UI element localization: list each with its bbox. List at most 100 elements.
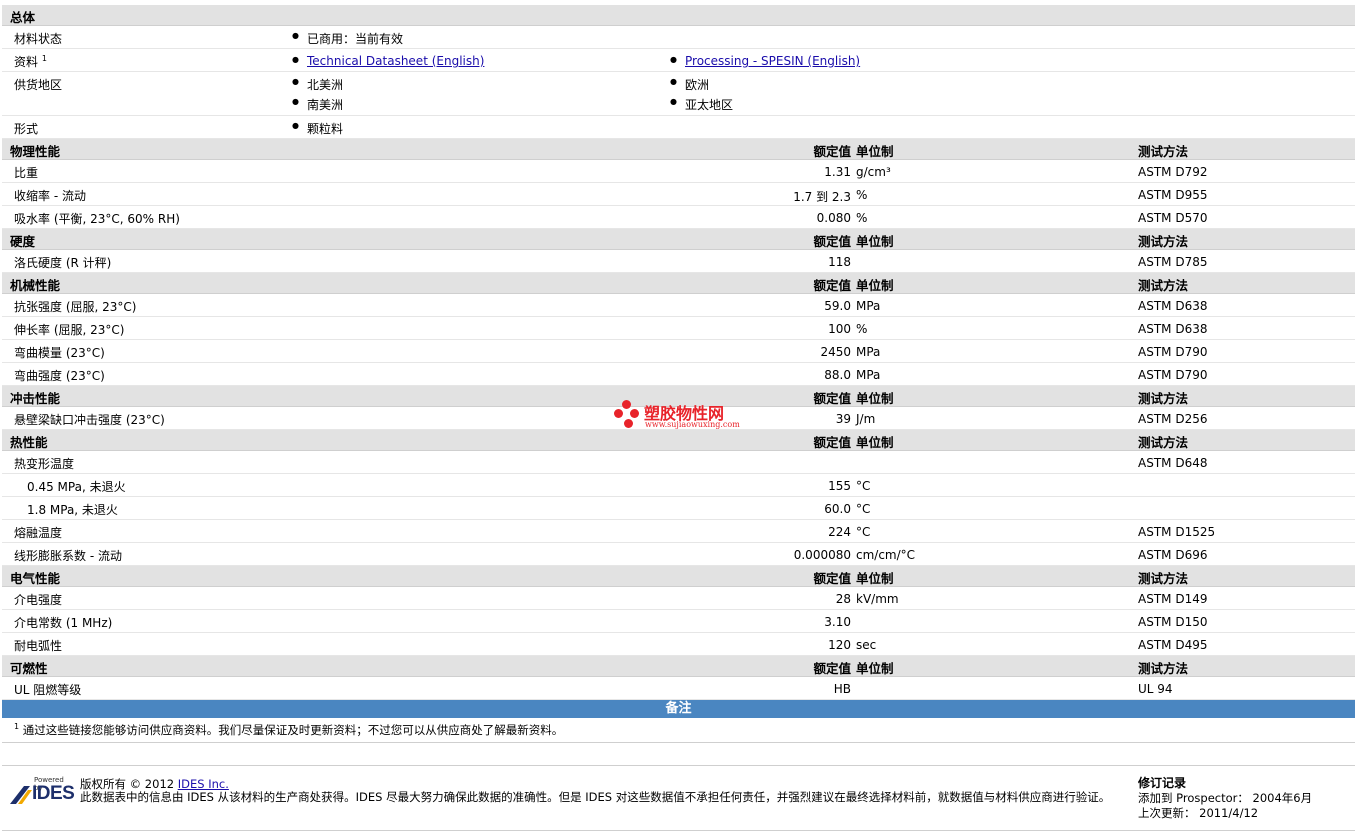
section-overview-header: 总体 [2,5,1355,26]
section-header: 电气性能 额定值 单位制 测试方法 [2,566,1355,587]
property-unit: % [856,188,868,202]
property-label: 抗张强度 (屈服, 23°C) [14,300,137,314]
property-test-method: ASTM D1525 [1138,525,1216,539]
revision-updated: 上次更新： 2011/4/12 [1138,806,1259,820]
property-row: 弯曲强度 (23°C) 88.0 MPa ASTM D790 [2,363,1355,386]
doc-item: Processing - SPESIN (English) [670,54,860,68]
region-item: 亚太地区 [670,96,733,113]
property-row: 1.8 MPa, 未退火 60.0 °C [2,497,1355,520]
property-unit: MPa [856,345,881,359]
property-test-method: ASTM D785 [1138,255,1208,269]
property-test-method: ASTM D790 [1138,368,1208,382]
property-test-method: ASTM D792 [1138,165,1208,179]
property-unit: °C [856,479,871,493]
property-test-method: ASTM D150 [1138,615,1208,629]
property-value: 88.0 [824,368,851,382]
region-item: 北美洲 [292,76,343,93]
revision-added: 添加到 Prospector： 2004年6月 [1138,791,1313,805]
row-form: 形式 颗粒料 [2,116,1355,139]
region-item: 南美洲 [292,96,343,113]
row-label: 形式 [14,122,39,136]
header-test-method: 测试方法 [1138,661,1189,676]
header-value: 额定值 [813,435,851,450]
watermark-url: www.sujiaowuxing.com [645,420,740,429]
property-label: 洛氏硬度 (R 计秤) [14,256,112,270]
property-label: 收缩率 - 流动 [14,189,86,203]
property-row: 洛氏硬度 (R 计秤) 118 ASTM D785 [2,250,1355,273]
property-label: 1.8 MPa, 未退火 [27,503,118,517]
section-header: 物理性能 额定值 单位制 测试方法 [2,139,1355,160]
section-title: 冲击性能 [10,391,61,406]
property-unit: % [856,211,868,225]
property-value: 3.10 [824,615,851,629]
property-label: 耐电弧性 [14,639,63,653]
property-test-method: ASTM D638 [1138,299,1208,313]
processing-spesin-link[interactable]: Processing - SPESIN (English) [685,54,860,68]
section-title: 电气性能 [10,571,61,586]
property-row: 比重 1.31 g/cm³ ASTM D792 [2,160,1355,183]
property-value: 0.080 [816,211,851,225]
property-unit: °C [856,525,871,539]
header-unit: 单位制 [856,571,894,586]
footnote-marker: 1 [41,54,47,63]
property-row: 熔融温度 224 °C ASTM D1525 [2,520,1355,543]
property-value: 155 [828,479,851,493]
property-test-method: ASTM D256 [1138,412,1208,426]
section-title: 总体 [10,10,36,25]
property-unit: cm/cm/°C [856,548,916,562]
property-label: 弯曲模量 (23°C) [14,346,105,360]
property-label: 伸长率 (屈服, 23°C) [14,323,125,337]
region-item: 欧洲 [670,76,709,93]
header-test-method: 测试方法 [1138,435,1189,450]
property-unit: kV/mm [856,592,899,606]
section-header: 可燃性 额定值 单位制 测试方法 [2,656,1355,677]
property-test-method: UL 94 [1138,682,1173,696]
property-value: 2450 [820,345,851,359]
property-unit: °C [856,502,871,516]
property-label: 线形膨胀系数 - 流动 [14,549,122,563]
property-row: 介电强度 28 kV/mm ASTM D149 [2,587,1355,610]
property-label: 吸水率 (平衡, 23°C, 60% RH) [14,212,180,226]
property-row: 耐电弧性 120 sec ASTM D495 [2,633,1355,656]
header-test-method: 测试方法 [1138,571,1189,586]
property-test-method: ASTM D955 [1138,188,1208,202]
property-test-method: ASTM D648 [1138,456,1208,470]
property-unit: MPa [856,299,881,313]
header-value: 额定值 [813,278,851,293]
technical-datasheet-link[interactable]: Technical Datasheet (English) [307,54,484,68]
ides-logo: Powered by IDES [8,776,75,804]
note-text: 1 通过这些链接您能够访问供应商资料。我们尽量保证及时更新资料；不过您可以从供应… [14,722,564,737]
header-test-method: 测试方法 [1138,144,1189,159]
header-value: 额定值 [813,571,851,586]
property-row: UL 阻燃等级 HB UL 94 [2,677,1355,700]
property-unit: g/cm³ [856,165,891,179]
header-unit: 单位制 [856,144,894,159]
doc-item: Technical Datasheet (English) [292,54,484,68]
header-value: 额定值 [813,391,851,406]
footer: Powered by IDES 版权所有 © 2012 IDES Inc. 此数… [2,766,1355,832]
property-label: 弯曲强度 (23°C) [14,369,105,383]
section-title: 可燃性 [10,661,48,676]
property-row: 介电常数 (1 MHz) 3.10 ASTM D150 [2,610,1355,633]
form-value: 颗粒料 [292,120,343,137]
property-value: 100 [828,322,851,336]
property-test-method: ASTM D495 [1138,638,1208,652]
ides-inc-link[interactable]: IDES Inc. [178,777,229,791]
property-unit: MPa [856,368,881,382]
property-test-method: ASTM D790 [1138,345,1208,359]
spacer-row [2,743,1355,766]
header-test-method: 测试方法 [1138,234,1189,249]
property-value: 120 [828,638,851,652]
property-unit: J/m [856,412,876,426]
row-label: 材料状态 [14,32,63,46]
header-unit: 单位制 [856,234,894,249]
property-value: 60.0 [824,502,851,516]
property-value: 118 [828,255,851,269]
property-test-method: ASTM D638 [1138,322,1208,336]
property-value: 59.0 [824,299,851,313]
row-supply-regions: 供货地区 北美洲 欧洲 南美洲 亚太地区 [2,72,1355,116]
header-test-method: 测试方法 [1138,278,1189,293]
property-label: UL 阻燃等级 [14,683,82,697]
revision-title: 修订记录 [1138,776,1187,790]
property-value: 224 [828,525,851,539]
